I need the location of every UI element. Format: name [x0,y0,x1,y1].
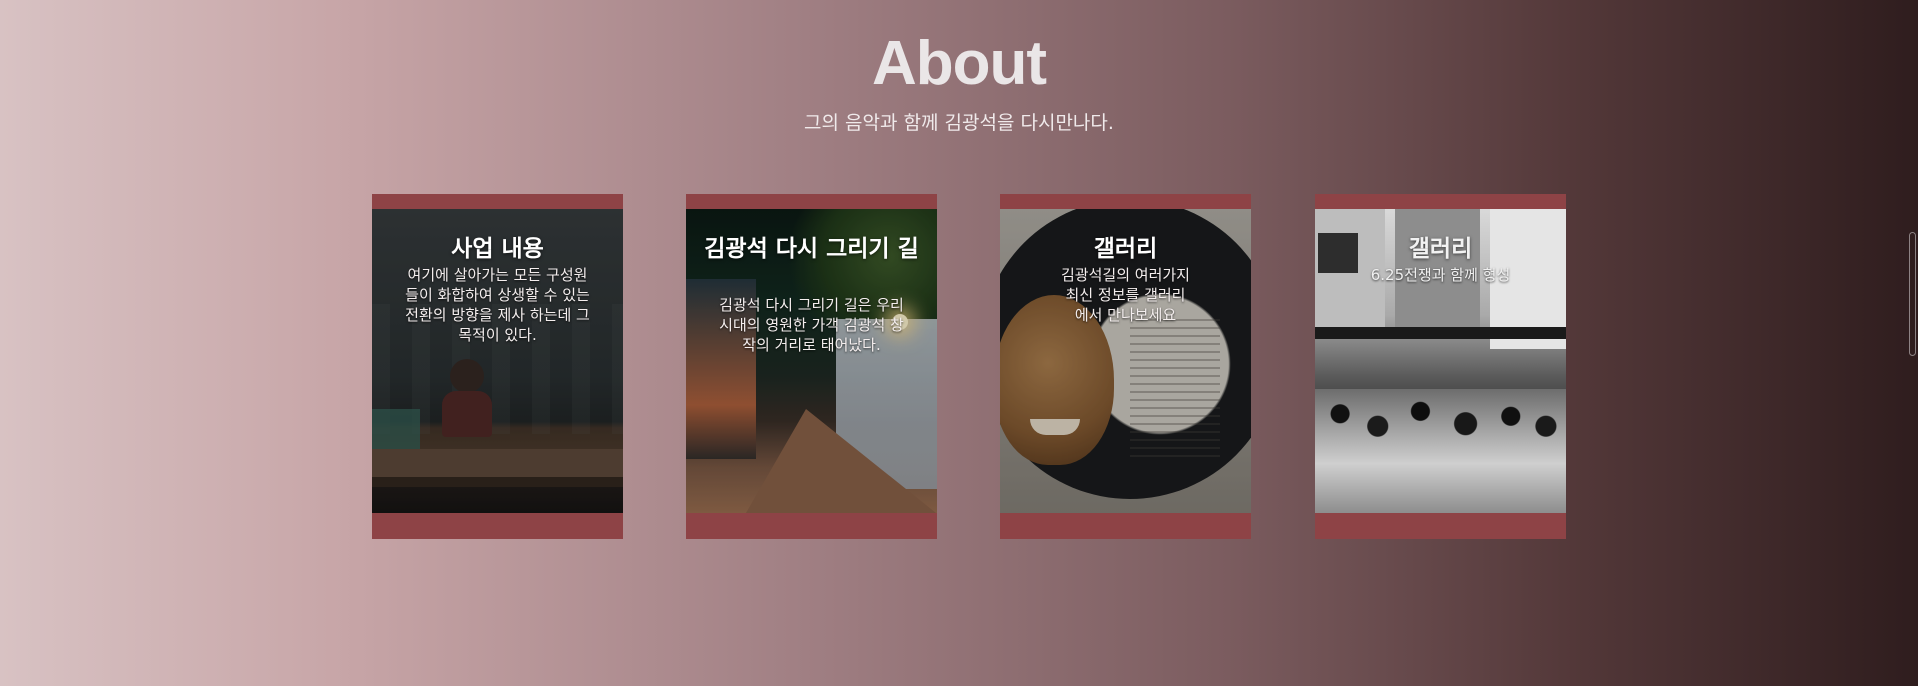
about-subtitle: 그의 음악과 함께 김광석을 다시만나다. [804,112,1114,134]
card-photo-crowd: 갤러리 6.25전쟁과 함께 형성 [1315,209,1566,513]
card-title: 김광석 다시 그리기 길 [704,236,919,262]
card-description: 여기에 살아가는 모든 구성원들이 화합하여 상생할 수 있는 전환의 방향을 … [405,266,590,344]
card-photo-statue: 갤러리 김광석길의 여러가지 최신 정보를 갤러리에서 만나보세요 [1000,209,1251,513]
card-photo-night-street: 김광석 다시 그리기 길 김광석 다시 그리기 길은 우리시대의 영원한 가객 … [686,209,937,513]
about-title: About [871,29,1047,98]
card-title: 갤러리 [1408,236,1473,262]
scroll-indicator-icon[interactable] [1909,232,1916,356]
card-description: 김광석 다시 그리기 길은 우리시대의 영원한 가객 김광석 창작의 거리로 태… [719,296,904,354]
card-grid: 사업 내용 여기에 살아가는 모든 구성원들이 화합하여 상생할 수 있는 전환… [372,194,1566,539]
card-gallery[interactable]: 갤러리 김광석길의 여러가지 최신 정보를 갤러리에서 만나보세요 [1000,194,1251,539]
card-description: 김광석길의 여러가지 최신 정보를 갤러리에서 만나보세요 [1061,266,1190,324]
card-business[interactable]: 사업 내용 여기에 살아가는 모든 구성원들이 화합하여 상생할 수 있는 전환… [372,194,623,539]
card-street[interactable]: 김광석 다시 그리기 길 김광석 다시 그리기 길은 우리시대의 영원한 가객 … [686,194,937,539]
card-title: 갤러리 [1093,236,1158,262]
card-description: 6.25전쟁과 함께 형성 [1370,266,1511,284]
card-title: 사업 내용 [451,236,544,262]
card-gallery-history[interactable]: 갤러리 6.25전쟁과 함께 형성 [1315,194,1566,539]
card-photo-mural: 사업 내용 여기에 살아가는 모든 구성원들이 화합하여 상생할 수 있는 전환… [372,209,623,513]
